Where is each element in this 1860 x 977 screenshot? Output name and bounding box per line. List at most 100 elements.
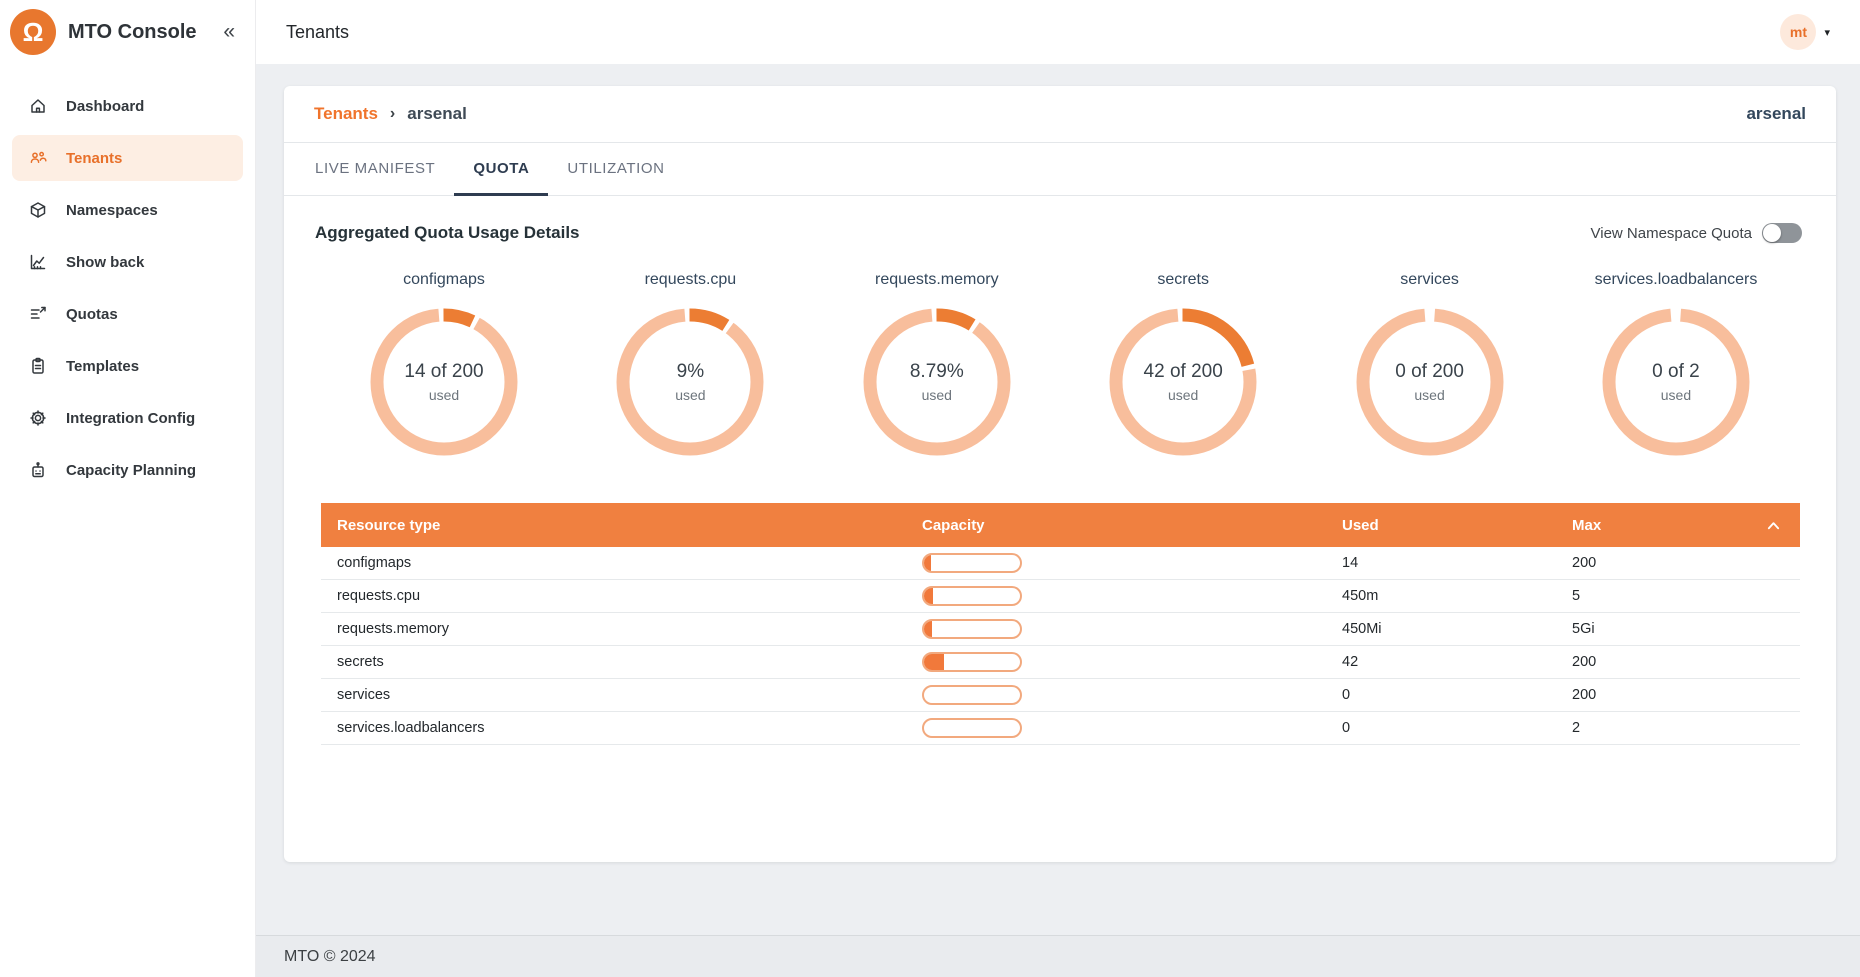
- donut-requests.cpu: requests.cpu 9%used: [574, 271, 806, 457]
- donut-center: 42 of 200used: [1108, 307, 1258, 457]
- max-cell: 200: [1556, 687, 1751, 703]
- used-cell: 42: [1326, 654, 1556, 670]
- tab-live-manifest[interactable]: LIVE MANIFEST: [296, 143, 454, 196]
- donut-label: secrets: [1157, 271, 1209, 289]
- donut-chart: 9%used: [615, 307, 765, 457]
- donut-center: 8.79%used: [862, 307, 1012, 457]
- quotas-icon: [28, 304, 48, 324]
- table-row: configmaps 14200: [321, 547, 1800, 580]
- table-row: services.loadbalancers 02: [321, 712, 1800, 745]
- home-icon: [28, 96, 48, 116]
- sidebar-item-label: Templates: [66, 358, 139, 375]
- max-cell: 200: [1556, 555, 1751, 571]
- namespace-quota-toggle-group: View Namespace Quota: [1591, 223, 1802, 243]
- table-row: services0200: [321, 679, 1800, 712]
- chevron-down-icon: ▾: [1824, 26, 1830, 39]
- sidebar-item-label: Capacity Planning: [66, 462, 196, 479]
- donut-chart: 14 of 200used: [369, 307, 519, 457]
- resource-cell: services.loadbalancers: [321, 720, 906, 736]
- sidebar-item-label: Show back: [66, 254, 144, 271]
- table-row: secrets 42200: [321, 646, 1800, 679]
- capacity-bar-fill: [924, 588, 933, 604]
- quota-table: Resource type Capacity Used Max configma…: [321, 503, 1800, 745]
- col-max: Max: [1556, 517, 1751, 534]
- capacity-bar-fill: [924, 555, 931, 571]
- used-cell: 14: [1326, 555, 1556, 571]
- used-cell: 450Mi: [1326, 621, 1556, 637]
- donut-center: 9%used: [615, 307, 765, 457]
- sidebar-item-label: Tenants: [66, 150, 122, 167]
- namespace-quota-toggle[interactable]: [1762, 223, 1802, 243]
- app-root: Ω MTO Console « DashboardTenantsNamespac…: [0, 0, 1860, 977]
- sidebar-item-label: Quotas: [66, 306, 118, 323]
- donut-value: 0 of 2: [1652, 361, 1700, 383]
- capacity-cell: [906, 718, 1326, 738]
- templates-icon: [28, 356, 48, 376]
- capacity-bar: [922, 553, 1022, 573]
- breadcrumb-chevron-icon: ›: [390, 105, 395, 123]
- donut-center: 0 of 200used: [1355, 307, 1505, 457]
- table-row: requests.cpu450m5: [321, 580, 1800, 613]
- capacity-bar: [922, 586, 1022, 606]
- donut-label: services.loadbalancers: [1595, 271, 1758, 289]
- donut-sub-label: used: [1661, 387, 1691, 403]
- sidebar-item-tenants[interactable]: Tenants: [12, 135, 243, 181]
- capacity-bar-fill: [924, 621, 932, 637]
- sort-control[interactable]: [1751, 521, 1800, 530]
- footer: MTO © 2024: [256, 935, 1860, 977]
- breadcrumb: Tenants › arsenal arsenal: [284, 86, 1836, 143]
- max-cell: 2: [1556, 720, 1751, 736]
- col-capacity: Capacity: [906, 517, 1326, 534]
- sidebar-collapse-icon[interactable]: «: [217, 20, 241, 44]
- tab-utilization[interactable]: UTILIZATION: [548, 143, 683, 196]
- chevron-up-icon: [1767, 521, 1780, 530]
- donut-center: 0 of 2 used: [1601, 307, 1751, 457]
- capacity-bar: [922, 685, 1022, 705]
- capacity-bar: [922, 652, 1022, 672]
- sidebar-nav: Dashboard Tenants Namespaces Show back Quota…: [0, 80, 255, 496]
- donut-services: services0 of 200used: [1314, 271, 1546, 457]
- donut-chart: 8.79%used: [862, 307, 1012, 457]
- tabs: LIVE MANIFESTQUOTAUTILIZATION: [284, 143, 1836, 196]
- col-used: Used: [1326, 517, 1556, 534]
- capacity-planning-icon: [28, 460, 48, 480]
- avatar[interactable]: mt: [1780, 14, 1816, 50]
- tenant-name-label: arsenal: [1746, 104, 1806, 124]
- donut-requests.memory: requests.memory8.79%used: [821, 271, 1053, 457]
- mto-logo-icon: Ω: [10, 9, 56, 55]
- sidebar-item-label: Integration Config: [66, 410, 195, 427]
- donut-chart: 42 of 200used: [1108, 307, 1258, 457]
- content: Tenants › arsenal arsenal LIVE MANIFESTQ…: [256, 64, 1860, 935]
- resource-cell: secrets: [321, 654, 906, 670]
- toggle-knob: [1763, 224, 1781, 242]
- capacity-cell: [906, 685, 1326, 705]
- donut-label: requests.cpu: [645, 271, 737, 289]
- sidebar: Ω MTO Console « DashboardTenantsNamespac…: [0, 0, 256, 977]
- breadcrumb-root-link[interactable]: Tenants: [314, 104, 378, 124]
- namespaces-icon: [28, 200, 48, 220]
- capacity-cell: [906, 586, 1326, 606]
- donut-configmaps: configmaps14 of 200used: [328, 271, 560, 457]
- donut-chart: 0 of 2 used: [1601, 307, 1751, 457]
- used-cell: 0: [1326, 720, 1556, 736]
- sidebar-item-quotas[interactable]: Quotas: [12, 291, 243, 337]
- toggle-label: View Namespace Quota: [1591, 225, 1752, 242]
- sidebar-item-dashboard[interactable]: Dashboard: [12, 83, 243, 129]
- sidebar-item-integration-config[interactable]: Integration Config: [12, 395, 243, 441]
- tab-quota[interactable]: QUOTA: [454, 143, 548, 196]
- donut-sub-label: used: [1414, 387, 1444, 403]
- max-cell: 200: [1556, 654, 1751, 670]
- donut-sub-label: used: [429, 387, 459, 403]
- table-header: Resource type Capacity Used Max: [321, 503, 1800, 547]
- sidebar-item-capacity-planning[interactable]: Capacity Planning: [12, 447, 243, 493]
- sidebar-item-show-back[interactable]: Show back: [12, 239, 243, 285]
- sidebar-item-label: Dashboard: [66, 98, 144, 115]
- user-menu[interactable]: mt ▾: [1780, 14, 1830, 50]
- main-area: Tenants mt ▾ Tenants › arsenal arsenal L…: [256, 0, 1860, 977]
- sidebar-item-namespaces[interactable]: Namespaces: [12, 187, 243, 233]
- donut-chart: 0 of 200used: [1355, 307, 1505, 457]
- sidebar-item-templates[interactable]: Templates: [12, 343, 243, 389]
- resource-cell: configmaps: [321, 555, 906, 571]
- table-row: requests.memory450Mi5Gi: [321, 613, 1800, 646]
- sidebar-item-label: Namespaces: [66, 202, 158, 219]
